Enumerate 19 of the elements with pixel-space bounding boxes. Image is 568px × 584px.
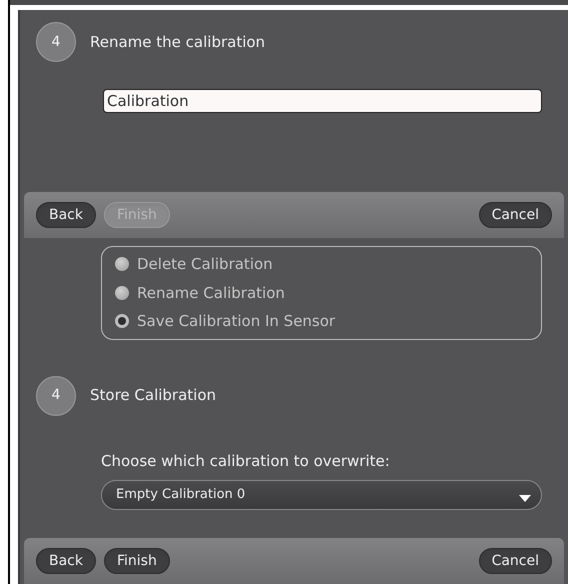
step-badge: 4 (36, 22, 76, 62)
wizard-button[interactable]: Cancel (478, 202, 552, 228)
wizard-button[interactable]: Cancel (478, 548, 552, 574)
step-title: Rename the calibration (90, 32, 266, 53)
radio-button[interactable] (115, 257, 129, 272)
step-title: Store Calibration (90, 385, 216, 406)
radio-label: Delete Calibration (137, 254, 273, 275)
dropdown-arrow-icon (519, 495, 531, 503)
wizard-button[interactable]: Back (36, 548, 96, 574)
wizard-button[interactable]: Back (36, 202, 96, 228)
step-badge: 4 (36, 376, 76, 416)
calibration-dropdown[interactable]: Empty Calibration 0 (101, 480, 542, 510)
radio-button[interactable] (115, 286, 129, 300)
wizard-button[interactable]: Finish (104, 548, 170, 574)
radio-label: Save Calibration In Sensor (137, 311, 336, 332)
radio-label: Rename Calibration (137, 282, 285, 304)
overwrite-prompt: Choose which calibration to overwrite: (101, 450, 391, 472)
name-field[interactable]: Calibration (103, 89, 542, 113)
radio-button[interactable] (115, 314, 129, 328)
